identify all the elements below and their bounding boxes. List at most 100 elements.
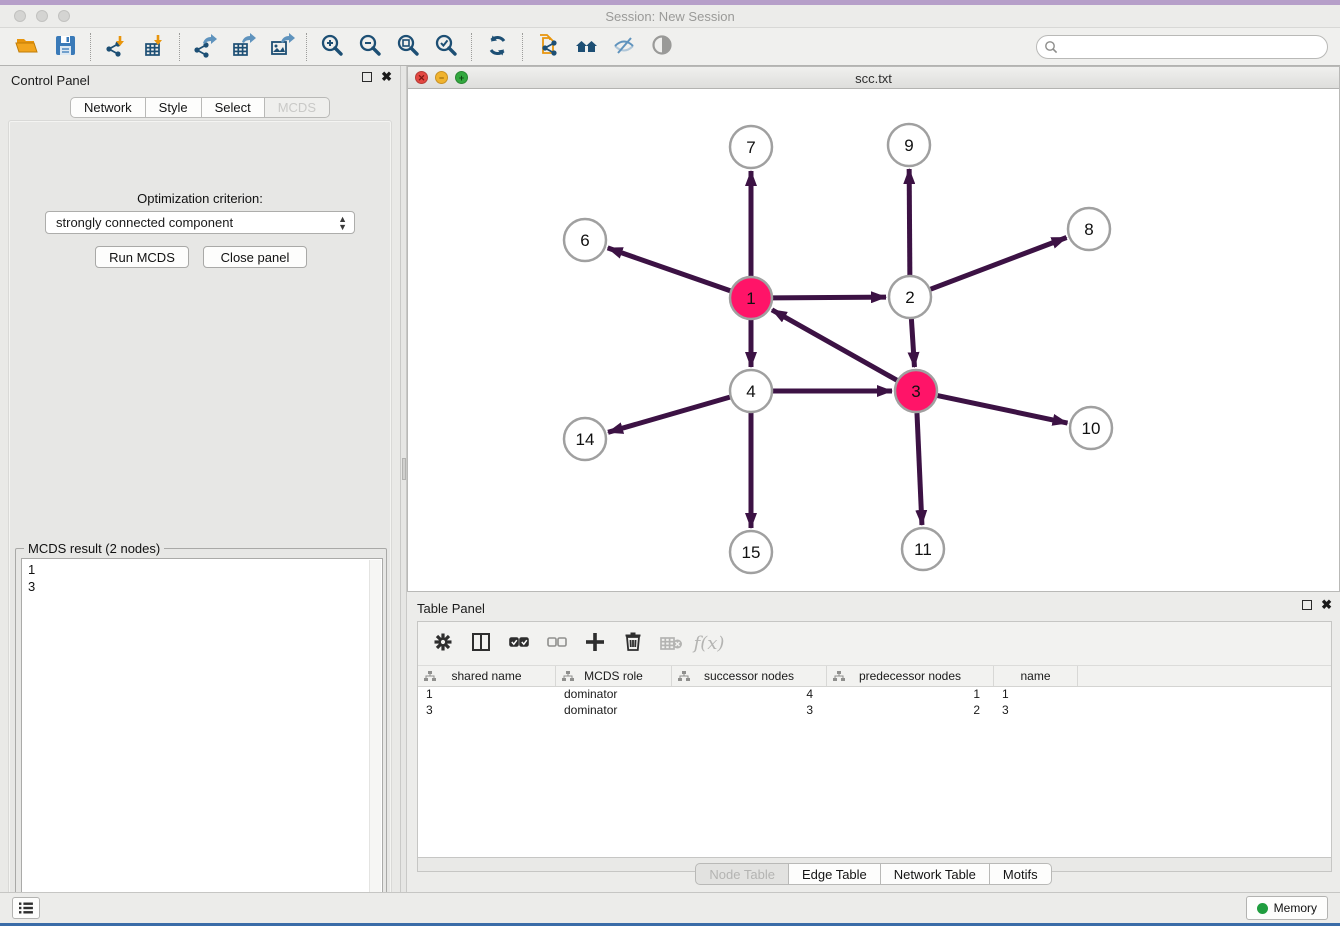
table-tabs: Node TableEdge TableNetwork TableMotifs: [407, 863, 1340, 885]
node-4[interactable]: 4: [730, 370, 772, 412]
network-graph[interactable]: 1 2 3 4 6 7 8 9 10 11 14 15: [408, 89, 1339, 591]
table-float-icon[interactable]: [1302, 600, 1312, 610]
memory-label: Memory: [1274, 901, 1317, 915]
list-icon: [18, 901, 34, 915]
svg-text:14: 14: [576, 430, 595, 449]
tab-select[interactable]: Select: [202, 97, 265, 118]
table-toolbar: f(x): [418, 622, 1331, 666]
settings-button[interactable]: [426, 627, 460, 661]
select-all-button[interactable]: [502, 627, 536, 661]
refresh-view-button[interactable]: [478, 31, 516, 63]
tab-edge-table[interactable]: Edge Table: [789, 863, 881, 885]
add-column-icon: [582, 629, 608, 658]
edge-3-1[interactable]: [772, 310, 897, 380]
mcds-result-title: MCDS result (2 nodes): [24, 541, 164, 556]
svg-text:6: 6: [580, 231, 589, 250]
import-table-button[interactable]: [135, 31, 173, 63]
table-row[interactable]: 1dominator411: [418, 687, 1331, 703]
cell-shared-name: 1: [418, 687, 556, 703]
search-box[interactable]: [1036, 35, 1328, 59]
node-9[interactable]: 9: [888, 124, 930, 166]
edge-1-6[interactable]: [608, 248, 731, 291]
zoom-selected-button[interactable]: [427, 31, 465, 63]
criterion-select[interactable]: strongly connected component ▲▼: [45, 211, 355, 234]
table-panel: Table Panel ✖ f(x) shared nameMCDS roles…: [407, 595, 1340, 890]
table-close-icon[interactable]: ✖: [1321, 600, 1332, 610]
zoom-in-button[interactable]: [313, 31, 351, 63]
hide-selected-button[interactable]: [605, 31, 643, 63]
toolbar-separator: [179, 33, 180, 61]
zoom-fit-button[interactable]: [389, 31, 427, 63]
open-session-button[interactable]: [8, 31, 46, 63]
search-input[interactable]: [1063, 38, 1327, 56]
delete-column-button[interactable]: [616, 627, 650, 661]
edge-1-2[interactable]: [773, 297, 886, 298]
vertical-splitter[interactable]: [400, 66, 407, 892]
tab-network-table[interactable]: Network Table: [881, 863, 990, 885]
zoom-selected-icon: [433, 32, 460, 62]
deselect-all-button[interactable]: [540, 627, 574, 661]
result-scrollbar[interactable]: [369, 560, 381, 924]
edge-3-10[interactable]: [938, 396, 1068, 423]
splitter-grip[interactable]: [402, 458, 406, 480]
column-header-predecessor-nodes[interactable]: predecessor nodes: [827, 666, 994, 686]
network-view-title: scc.txt: [408, 71, 1339, 86]
mcds-result-area[interactable]: 1 3: [21, 558, 383, 924]
node-3[interactable]: 3: [895, 370, 937, 412]
cell-name: 3: [994, 703, 1078, 719]
table-rows: 1dominator4113dominator323: [418, 687, 1331, 719]
close-panel-icon[interactable]: ✖: [381, 72, 392, 82]
column-header-name[interactable]: name: [994, 666, 1078, 686]
node-1[interactable]: 1: [730, 277, 772, 319]
network-overview-button[interactable]: [529, 31, 567, 63]
edge-2-3[interactable]: [911, 319, 914, 367]
edge-2-9[interactable]: [909, 169, 910, 275]
task-history-button[interactable]: [12, 897, 40, 919]
show-all-button[interactable]: [643, 31, 681, 63]
column-header-shared-name[interactable]: shared name: [418, 666, 556, 686]
destroy-column-button: [654, 627, 688, 661]
node-6[interactable]: 6: [564, 219, 606, 261]
add-column-button[interactable]: [578, 627, 612, 661]
tree-icon: [678, 671, 690, 685]
deselect-all-icon: [544, 629, 570, 658]
tab-motifs[interactable]: Motifs: [990, 863, 1052, 885]
export-image-button[interactable]: [262, 31, 300, 63]
edge-4-14[interactable]: [608, 397, 730, 432]
node-14[interactable]: 14: [564, 418, 606, 460]
tab-node-table[interactable]: Node Table: [695, 863, 789, 885]
cell-successor-nodes: 4: [672, 687, 827, 703]
first-neighbors-button[interactable]: [567, 31, 605, 63]
float-panel-icon[interactable]: [362, 72, 372, 82]
cell-predecessor-nodes: 2: [827, 703, 994, 719]
edge-2-8[interactable]: [931, 238, 1067, 290]
edge-3-11[interactable]: [917, 413, 922, 525]
import-table-icon: [141, 32, 168, 62]
export-network-button[interactable]: [186, 31, 224, 63]
node-7[interactable]: 7: [730, 126, 772, 168]
tab-network[interactable]: Network: [70, 97, 146, 118]
zoom-out-button[interactable]: [351, 31, 389, 63]
node-11[interactable]: 11: [902, 528, 944, 570]
column-header-MCDS-role[interactable]: MCDS role: [556, 666, 672, 686]
save-session-button[interactable]: [46, 31, 84, 63]
tab-mcds[interactable]: MCDS: [265, 97, 330, 118]
app-titlebar: Session: New Session: [0, 5, 1340, 27]
node-10[interactable]: 10: [1070, 407, 1112, 449]
svg-text:9: 9: [904, 136, 913, 155]
memory-button[interactable]: Memory: [1246, 896, 1328, 920]
node-table: f(x) shared nameMCDS rolesuccessor nodes…: [417, 621, 1332, 858]
export-table-button[interactable]: [224, 31, 262, 63]
tab-style[interactable]: Style: [146, 97, 202, 118]
node-15[interactable]: 15: [730, 531, 772, 573]
node-2[interactable]: 2: [889, 276, 931, 318]
network-canvas[interactable]: 1 2 3 4 6 7 8 9 10 11 14 15: [408, 89, 1339, 591]
run-mcds-button[interactable]: Run MCDS: [95, 246, 189, 268]
show-all-icon: [649, 32, 676, 62]
columns-button[interactable]: [464, 627, 498, 661]
table-row[interactable]: 3dominator323: [418, 703, 1331, 719]
close-panel-button[interactable]: Close panel: [203, 246, 307, 268]
node-8[interactable]: 8: [1068, 208, 1110, 250]
column-header-successor-nodes[interactable]: successor nodes: [672, 666, 827, 686]
import-network-button[interactable]: [97, 31, 135, 63]
